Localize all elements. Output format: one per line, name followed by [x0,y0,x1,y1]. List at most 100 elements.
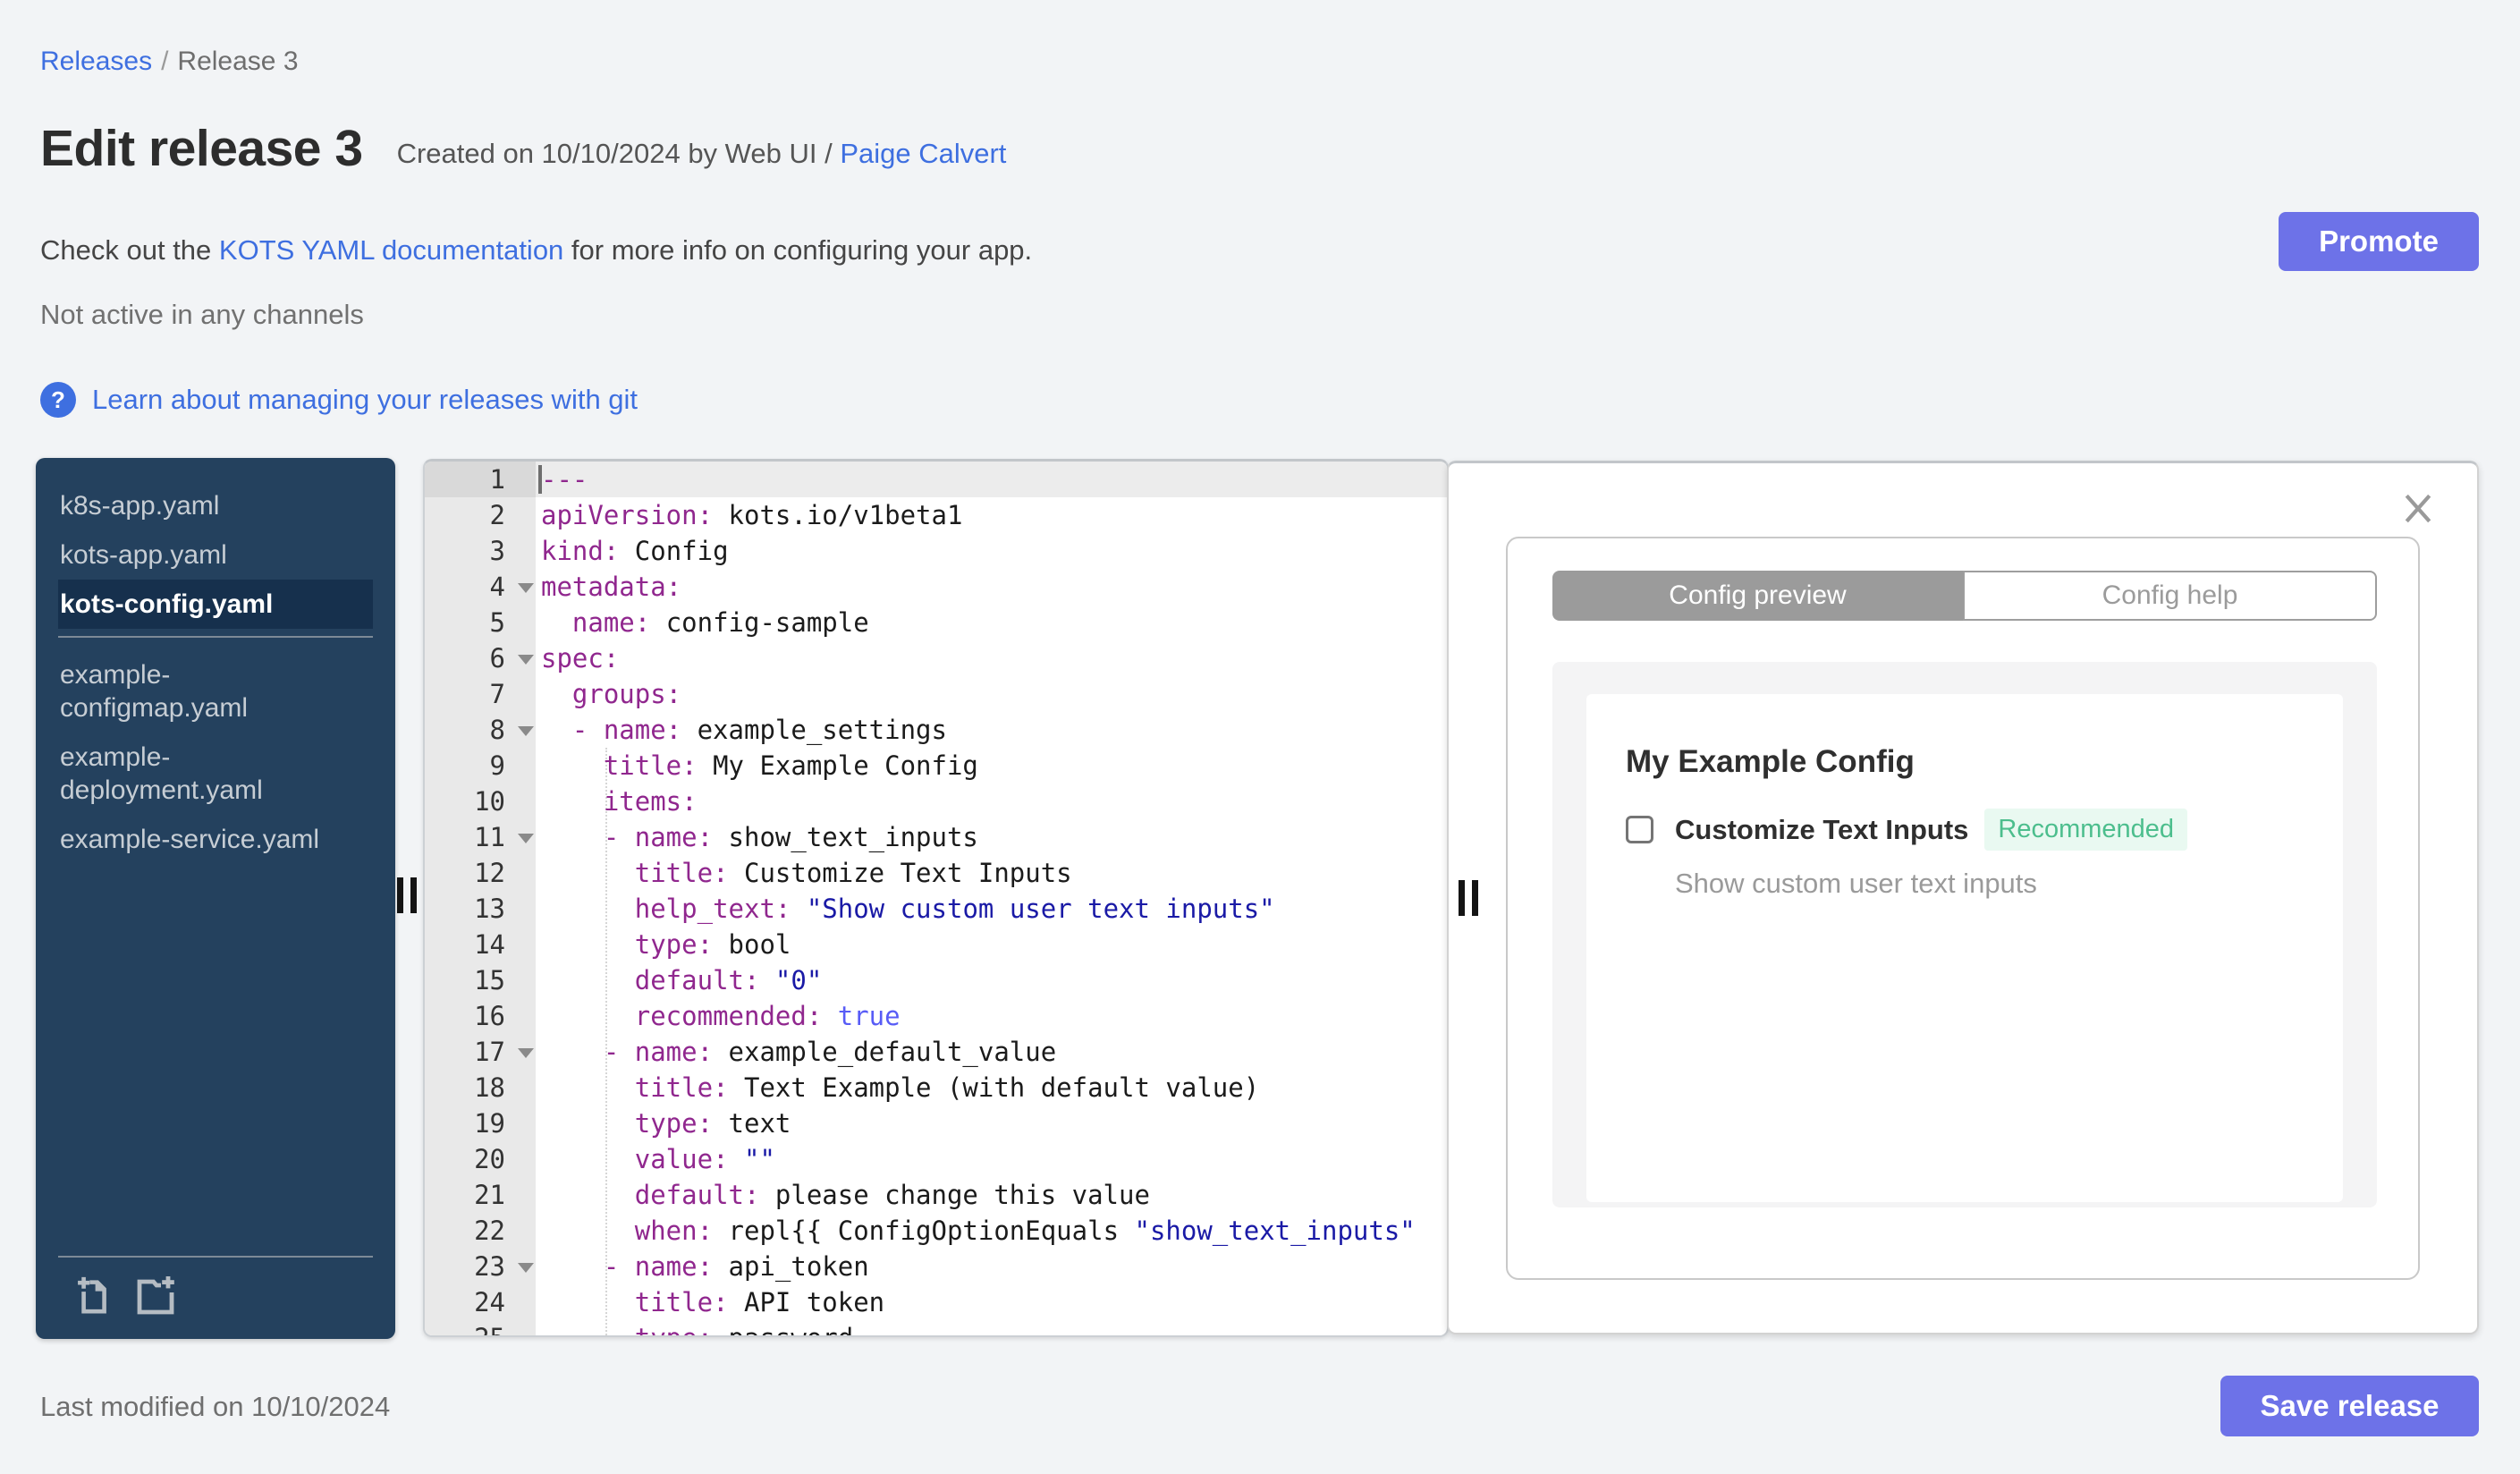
gutter-line-3: 3 [489,536,505,566]
code-line-17: - name: example_default_value [603,1037,1057,1067]
gutter-line-9: 9 [489,750,505,781]
sidebar-editor-resize-handle[interactable] [397,877,417,913]
save-release-button[interactable]: Save release [2220,1376,2479,1436]
sidebar-file-example-service.yaml[interactable]: example-service.yaml [58,815,373,864]
sidebar-file-kots-config.yaml[interactable]: kots-config.yaml [58,580,373,629]
gutter-line-12: 12 [474,858,505,888]
file-list-primary: k8s-app.yaml kots-app.yaml kots-config.yam… [58,481,373,629]
git-releases-link[interactable]: Learn about managing your releases with … [92,384,638,416]
code-line-22: when: repl{{ ConfigOptionEquals "show_te… [634,1216,1416,1246]
gutter-line-1: 1 [425,462,536,497]
code-line-1: --- [536,462,1447,497]
config-preview-panel: Config preview Config help My Example Con… [1447,461,2479,1334]
gutter-line-17: 17 [425,1034,536,1070]
code-line-14: type: bool [634,929,791,960]
panel-tabs: Config preview Config help [1552,571,2377,621]
code-line-15: default: "0" [634,965,823,995]
code-line-21: default: please change this value [634,1180,1150,1210]
channel-status: Not active in any channels [40,299,364,330]
editor-panel-resize-handle[interactable] [1459,880,1478,916]
gutter-line-25: 25 [425,1320,536,1335]
gutter-line-22: 22 [474,1216,505,1246]
fold-caret-icon[interactable] [518,726,534,736]
file-name-label: k8s-app.yaml [60,491,220,521]
file-name-label: example-configmap.yaml [60,660,249,723]
file-list-examples: example-configmap.yaml example-deployment… [58,650,373,864]
gutter: 1234567891011121314151617181920212223242… [425,462,536,1335]
promote-button[interactable]: Promote [2279,212,2479,271]
fold-caret-icon[interactable] [518,1263,534,1273]
gutter-line-24: 24 [474,1287,505,1317]
code-line-23: - name: api_token [603,1251,869,1282]
code-line-9: title: My Example Config [603,750,978,781]
new-file-icon [78,1276,106,1314]
recommended-badge: Recommended [1984,809,2188,851]
gutter-line-19: 19 [474,1108,505,1139]
code-area[interactable]: --- apiVersion: kots.io/v1beta1 kind: Conf… [536,462,1447,1335]
fold-caret-icon[interactable] [518,655,534,665]
breadcrumb: Releases / Release 3 [40,47,299,77]
breadcrumb-separator: / [161,47,169,76]
code-line-3: kind: Config [541,536,729,566]
gutter-line-4: 4 [425,569,536,605]
config-preview-surface: My Example Config Customize Text Inputs … [1552,662,2377,1207]
code-line-19: type: text [634,1108,791,1139]
docs-prefix: Check out the [40,234,219,266]
file-name-label: kots-app.yaml [60,540,227,570]
code-line-16: recommended: true [634,1001,901,1031]
gutter-line-20: 20 [474,1144,505,1174]
customize-text-inputs-checkbox[interactable] [1626,816,1653,843]
config-item-help-text: Show custom user text inputs [1675,868,2037,899]
new-folder-button[interactable] [134,1274,181,1319]
sidebar-bottom-divider [58,1256,373,1258]
last-modified-text: Last modified on 10/10/2024 [40,1391,391,1422]
gutter-line-5: 5 [489,607,505,638]
yaml-editor: 1234567891011121314151617181920212223242… [423,459,1449,1337]
file-sidebar: k8s-app.yaml kots-app.yaml kots-config.yam… [36,458,395,1339]
file-name-label: kots-config.yaml [60,589,274,619]
code-line-25: type: password [536,1320,1447,1335]
sidebar-file-example-configmap.yaml[interactable]: example-configmap.yaml [58,650,373,733]
code-line-10: items: [603,786,698,817]
close-panel-button[interactable] [2402,490,2434,529]
gutter-line-8: 8 [425,712,536,748]
kots-docs-link[interactable]: KOTS YAML documentation [219,234,563,266]
breadcrumb-releases-link[interactable]: Releases [40,47,152,76]
new-file-button[interactable] [75,1274,116,1319]
created-author-link[interactable]: Paige Calvert [840,138,1006,169]
config-item-label: Customize Text Inputs [1675,813,1969,845]
sidebar-file-kots-app.yaml[interactable]: kots-app.yaml [58,530,373,580]
file-name-label: example-service.yaml [60,825,320,854]
fold-caret-icon[interactable] [518,583,534,593]
fold-caret-icon[interactable] [518,834,534,843]
gutter-line-10: 10 [474,786,505,817]
gutter-line-14: 14 [474,929,505,960]
tab-config-preview[interactable]: Config preview [1552,571,1963,621]
created-text: Created on 10/10/2024 by Web UI / [396,138,833,169]
code-line-18: title: Text Example (with default value) [634,1072,1260,1103]
code-line-8: - name: example_settings [571,715,947,745]
code-line-24: title: API token [634,1287,885,1317]
code-line-5: name: config-sample [571,607,869,638]
file-name-label: example-deployment.yaml [60,742,263,805]
breadcrumb-current: Release 3 [177,47,299,76]
gutter-line-13: 13 [474,894,505,924]
sidebar-file-k8s-app.yaml[interactable]: k8s-app.yaml [58,481,373,530]
page-title: Edit release 3 [40,120,363,177]
gutter-line-18: 18 [474,1072,505,1103]
code-line-2: apiVersion: kots.io/v1beta1 [541,500,963,530]
sidebar-divider [58,636,373,638]
fold-caret-icon[interactable] [518,1048,534,1058]
code-line-4: metadata: [541,572,682,602]
code-line-11: - name: show_text_inputs [603,822,978,852]
code-line-20: value: "" [634,1144,775,1174]
close-icon [2405,494,2431,523]
help-question-icon[interactable]: ? [40,382,76,418]
docs-line: Check out the KOTS YAML documentation fo… [40,234,1032,267]
tab-config-help[interactable]: Config help [1963,571,2377,621]
config-form: My Example Config Customize Text Inputs … [1586,694,2343,1202]
gutter-line-16: 16 [474,1001,505,1031]
gutter-line-15: 15 [474,965,505,995]
code-line-7: groups: [571,679,682,709]
sidebar-file-example-deployment.yaml[interactable]: example-deployment.yaml [58,733,373,815]
